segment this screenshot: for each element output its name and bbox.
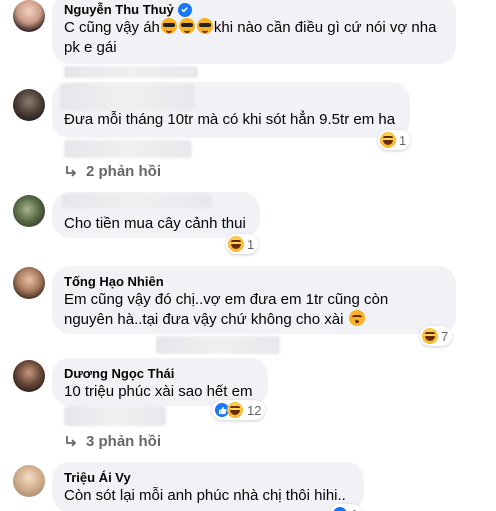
cool-face-emoji-icon	[178, 18, 195, 34]
comment-text-part: nguyên hà..tại đưa vậy chứ không cho xài	[64, 311, 344, 328]
haha-reaction-icon	[227, 402, 243, 418]
comment-text: C cũng vậy áh khi nào cần điều gì cứ nói …	[64, 18, 444, 38]
reaction-count: 7	[441, 328, 449, 344]
blurred-content	[64, 140, 192, 158]
comment-bubble: Dương Ngọc Thái 10 triệu phúc xài sao hế…	[52, 358, 268, 406]
reaction-summary[interactable]: 1	[226, 234, 259, 254]
comment-author-name[interactable]: Dương Ngọc Thái	[64, 365, 174, 382]
comment-bubble: Triệu Ái Vy Còn sót lại mỗi anh phúc nhà…	[52, 462, 364, 511]
blurred-content	[156, 336, 280, 354]
reaction-summary[interactable]: 12	[212, 400, 266, 420]
view-replies-link[interactable]: 2 phản hồi	[64, 163, 161, 180]
comment-text-line: pk e gái	[64, 39, 117, 56]
comment-author-name[interactable]: Nguyễn Thu Thuỷ	[64, 1, 174, 18]
comment-text: Đưa mỗi tháng 10tr mà có khi sót hẳn 9.5…	[64, 111, 396, 128]
avatar[interactable]	[13, 89, 45, 121]
comment-text-part: khi nào cần điều gì cứ nói vợ nha	[213, 19, 437, 36]
comment-bubble: Đưa mỗi tháng 10tr mà có khi sót hẳn 9.5…	[52, 82, 410, 138]
replies-count-label[interactable]: 2 phản hồi	[86, 163, 161, 180]
reaction-count: 1	[247, 236, 255, 252]
cool-face-emoji-icon	[160, 18, 177, 34]
reaction-count: 1	[351, 507, 358, 511]
replies-count-label[interactable]: 3 phản hồi	[86, 433, 161, 450]
comment-text: 10 triệu phúc xài sao hết em	[64, 383, 253, 400]
comment-text: Cho tiền mua cây cảnh thui	[64, 215, 246, 232]
avatar[interactable]	[13, 465, 45, 497]
comment-author[interactable]: Dương Ngọc Thái	[64, 365, 256, 382]
view-replies-link[interactable]: 3 phản hồi	[64, 433, 161, 450]
reaction-count: 1	[399, 132, 407, 148]
blurred-author-name	[60, 84, 194, 110]
comment-author-name[interactable]: Triệu Ái Vy	[64, 469, 131, 486]
avatar[interactable]	[13, 267, 45, 299]
comment-author-name[interactable]: Tống Hạo Nhiên	[64, 273, 164, 290]
reaction-summary[interactable]: 1	[330, 504, 363, 511]
comment-bubble: Tống Hạo Nhiên Em cũng vậy đó chị..vợ em…	[52, 266, 456, 334]
comment-bubble: Nguyễn Thu Thuỷ C cũng vậy áh khi nào cần…	[52, 0, 456, 64]
reply-arrow-icon	[64, 435, 78, 449]
comment-author[interactable]: Nguyễn Thu Thuỷ	[64, 1, 444, 18]
reaction-count: 12	[247, 402, 262, 418]
comment-text: nguyên hà..tại đưa vậy chứ không cho xài	[64, 310, 444, 330]
avatar[interactable]	[13, 195, 45, 227]
reaction-summary[interactable]: 1	[378, 130, 411, 150]
comment-text-part: C cũng vậy áh	[64, 19, 160, 36]
haha-reaction-icon	[228, 236, 244, 252]
verified-badge-icon	[177, 2, 192, 17]
haha-reaction-icon	[422, 328, 438, 344]
blurred-content	[64, 66, 198, 78]
comment-author[interactable]: Tống Hạo Nhiên	[64, 273, 444, 290]
flushed-face-emoji-icon	[348, 310, 365, 326]
comment-bubble: Cho tiền mua cây cảnh thui	[52, 192, 260, 238]
comment-author[interactable]: Triệu Ái Vy	[64, 469, 352, 486]
comment-text: Còn sót lại mỗi anh phúc nhà chị thôi hi…	[64, 487, 346, 504]
haha-reaction-icon	[380, 132, 396, 148]
blurred-author-name	[62, 194, 212, 208]
blurred-content	[64, 406, 166, 426]
avatar[interactable]	[13, 0, 45, 32]
like-reaction-icon	[332, 506, 348, 511]
cool-face-emoji-icon	[196, 18, 213, 34]
reaction-summary[interactable]: 7	[420, 326, 453, 346]
avatar[interactable]	[13, 360, 45, 392]
reply-arrow-icon	[64, 165, 78, 179]
comment-text-line: Em cũng vậy đó chị..vợ em đưa em 1tr cũn…	[64, 291, 389, 308]
